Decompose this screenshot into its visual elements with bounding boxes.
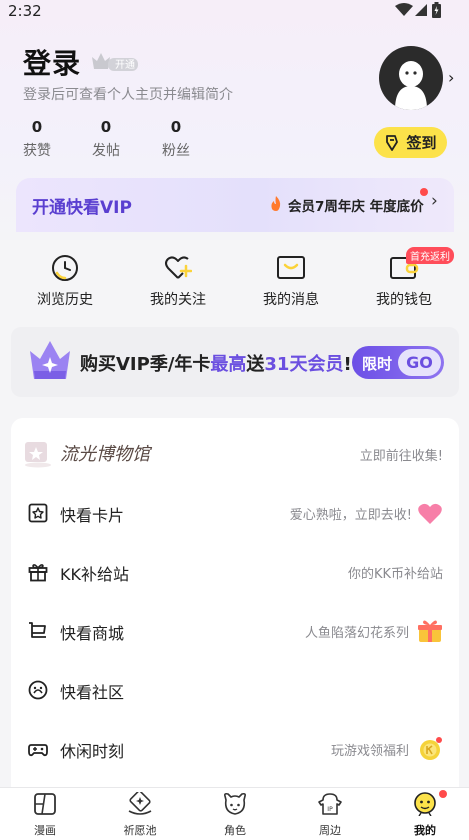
promo-text-a: 购买VIP季/年卡 [80,354,211,375]
stat-posts-label: 发帖 [92,143,120,159]
tab-me-label: 我的 [414,824,436,837]
gamepad-icon [28,744,48,757]
vip-crown-icon [30,341,70,379]
tab-characters[interactable]: 角色 [205,792,265,838]
profile-chevron-icon[interactable]: › [448,68,454,87]
comic-icon [34,793,56,815]
stat-posts-value: 0 [100,118,112,136]
tab-wish-pool-label: 祈愿池 [123,824,157,837]
promo-text-b: 送 [246,354,265,375]
stat-fans[interactable]: 0 粉丝 [151,118,201,160]
vip-promo-text: 会员7周年庆 年度底价 [288,199,424,215]
list-item-mall-title: 快看商城 [60,624,125,643]
clock-icon [52,255,78,281]
stat-fans-value: 0 [170,118,182,136]
character-icon [224,792,246,815]
stat-likes-value: 0 [31,118,43,136]
avatar[interactable] [379,46,443,110]
tab-merch[interactable]: IP 周边 [300,792,360,838]
list-item-kk-supply-title: KK补给站 [60,565,129,584]
tab-comics-label: 漫画 [34,824,56,837]
tab-wish-pool[interactable]: 祈愿池 [110,790,170,838]
pink-heart-icon [418,503,442,524]
quick-action-wallet-label: 我的钱包 [376,292,432,308]
promo-text-highlight-max: 最高 [210,354,247,375]
stat-fans-label: 粉丝 [162,143,190,159]
list-item-leisure-title: 休闲时刻 [60,742,125,761]
flame-icon [271,196,281,211]
quick-action-following[interactable]: 我的关注 [138,254,218,309]
login-subtitle: 登录后可查看个人主页并编辑简介 [23,87,233,103]
wallet-promo-badge: 首充返利 [406,247,454,264]
community-icon [28,680,48,700]
cart-icon [29,622,46,638]
stat-posts[interactable]: 0 发帖 [81,118,131,160]
heart-plus-icon [165,256,192,279]
card-icon [28,503,48,523]
tab-merch-label: 周边 [319,824,341,837]
signal-icon [415,4,427,16]
checkin-label: 签到 [406,134,437,152]
svg-text:IP: IP [327,806,333,813]
tab-me-notification-dot [439,790,447,798]
login-title[interactable]: 登录 [23,42,81,82]
default-avatar-icon [395,61,427,110]
wifi-icon [395,3,413,16]
vip-title: 开通快看VIP [32,198,132,218]
status-time: 2:32 [8,2,42,20]
battery-icon [432,2,441,18]
quick-action-messages-label: 我的消息 [263,292,319,308]
checkin-button[interactable]: 签到 [374,127,447,158]
vip-notification-dot [420,188,428,196]
tab-characters-label: 角色 [224,824,246,837]
promo-text-highlight-days: 31天会员 [264,354,344,375]
vip-chevron-icon: › [431,191,438,211]
level-badge-label: 开通 [115,60,135,71]
gift-icon [418,620,442,642]
promo-go-label: GO [398,349,441,376]
list-item-mall-subtitle: 人鱼陷落幻花系列 [304,626,409,641]
promo-text-c: ! [343,354,352,375]
vip-level-badge: 开通 [90,51,140,73]
message-icon [277,256,305,279]
checkin-icon [386,134,399,151]
merch-icon: IP [318,793,342,815]
stat-likes-label: 获赞 [23,143,51,159]
stat-likes[interactable]: 0 获赞 [12,118,62,160]
museum-icon [25,442,51,468]
quick-action-history[interactable]: 浏览历史 [25,254,105,309]
list-item-museum-subtitle: 立即前往收集! [359,449,443,464]
quick-action-history-label: 浏览历史 [37,292,93,308]
list-item-leisure-subtitle: 玩游戏领福利 [330,744,409,759]
me-icon [414,792,436,817]
list-item-cards-subtitle: 爱心熟啦，立即去收! [289,508,412,523]
wish-pool-icon [128,790,152,815]
promo-go-prefix: 限时 [362,355,393,373]
gift-box-icon [28,564,48,582]
list-item-cards-title: 快看卡片 [60,506,125,525]
quick-action-messages[interactable]: 我的消息 [251,254,331,309]
kk-coin-icon [420,737,442,760]
tab-me[interactable]: 我的 [395,792,455,838]
tab-comics[interactable]: 漫画 [15,792,75,838]
list-item-community-title: 快看社区 [60,683,125,702]
list-item-kk-supply-subtitle: 你的KK币补给站 [347,567,443,582]
quick-action-following-label: 我的关注 [150,292,206,308]
list-item-museum-title: 流光博物馆 [60,444,150,465]
promo-text: 购买VIP季/年卡最高送31天会员! [80,350,352,376]
